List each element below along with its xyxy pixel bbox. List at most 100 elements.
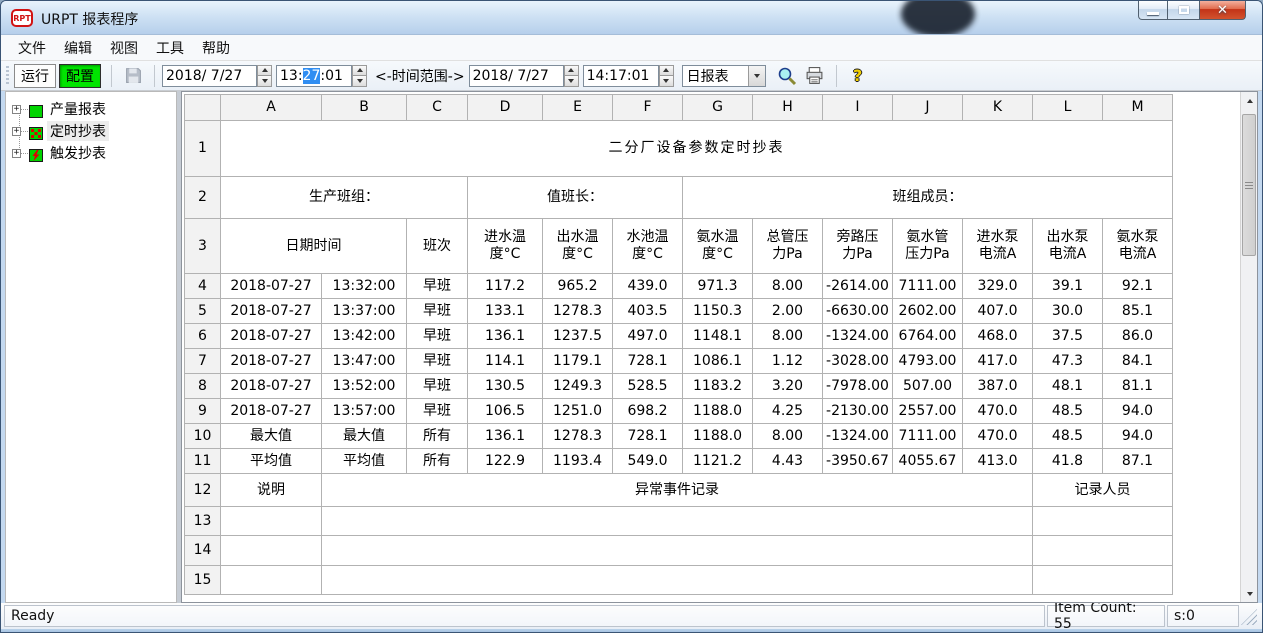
data-cell[interactable]: 403.5 — [613, 299, 683, 324]
data-cell[interactable]: 早班 — [407, 324, 468, 349]
print-icon[interactable] — [804, 65, 826, 87]
scroll-down-button[interactable] — [1241, 585, 1258, 602]
data-cell[interactable]: 平均值 — [322, 449, 407, 474]
data-cell[interactable]: -2614.00 — [823, 274, 893, 299]
data-cell[interactable]: 698.2 — [613, 399, 683, 424]
menu-file[interactable]: 文件 — [9, 36, 55, 60]
data-cell[interactable]: 387.0 — [963, 374, 1033, 399]
title-bar[interactable]: RPT URPT 报表程序 ✕ — [1, 1, 1262, 35]
search-icon[interactable] — [776, 65, 798, 87]
row-header-cell[interactable]: 14 — [185, 536, 221, 566]
data-cell[interactable]: 2018-07-27 — [221, 274, 322, 299]
scrollbar-thumb[interactable] — [1242, 114, 1256, 256]
data-cell[interactable]: 早班 — [407, 349, 468, 374]
start-date-spinner[interactable] — [257, 65, 272, 87]
data-cell[interactable]: -3028.00 — [823, 349, 893, 374]
param-header-cell[interactable]: 进水温 度°C — [468, 219, 543, 274]
save-icon[interactable] — [122, 65, 144, 87]
leader-cell[interactable]: 值班长： — [468, 177, 683, 219]
tree-item-label[interactable]: 触发抄表 — [47, 143, 109, 163]
data-cell[interactable]: 41.8 — [1033, 449, 1103, 474]
data-cell[interactable]: 84.1 — [1103, 349, 1173, 374]
data-cell[interactable]: 413.0 — [963, 449, 1033, 474]
row-header-cell[interactable] — [185, 95, 221, 121]
data-cell[interactable]: 94.0 — [1103, 399, 1173, 424]
end-time-spinner[interactable] — [659, 65, 674, 87]
end-date-spinner[interactable] — [564, 65, 579, 87]
col-header-B[interactable]: B — [322, 95, 407, 121]
menu-view[interactable]: 视图 — [101, 36, 147, 60]
data-cell[interactable]: 13:52:00 — [322, 374, 407, 399]
data-cell[interactable]: 7111.00 — [893, 274, 963, 299]
col-header-F[interactable]: F — [613, 95, 683, 121]
expand-plus-icon[interactable]: + — [12, 127, 21, 136]
data-cell[interactable]: 1086.1 — [683, 349, 753, 374]
data-cell[interactable]: 86.0 — [1103, 324, 1173, 349]
data-cell[interactable]: 30.0 — [1033, 299, 1103, 324]
data-cell[interactable]: 2018-07-27 — [221, 349, 322, 374]
datetime-header-cell[interactable]: 日期时间 — [221, 219, 407, 274]
param-header-cell[interactable]: 水池温 度°C — [613, 219, 683, 274]
row-header-cell[interactable]: 10 — [185, 424, 221, 449]
data-cell[interactable]: 2557.00 — [893, 399, 963, 424]
data-cell[interactable]: 1193.4 — [543, 449, 613, 474]
events-cell[interactable]: 异常事件记录 — [322, 474, 1033, 507]
param-header-cell[interactable]: 进水泵 电流A — [963, 219, 1033, 274]
data-cell[interactable]: 2018-07-27 — [221, 299, 322, 324]
empty-cell[interactable] — [322, 536, 1033, 566]
data-cell[interactable]: 13:32:00 — [322, 274, 407, 299]
data-cell[interactable]: 早班 — [407, 374, 468, 399]
data-cell[interactable]: -2130.00 — [823, 399, 893, 424]
data-cell[interactable]: 1150.3 — [683, 299, 753, 324]
data-cell[interactable]: 329.0 — [963, 274, 1033, 299]
param-header-cell[interactable]: 出水泵 电流A — [1033, 219, 1103, 274]
col-header-I[interactable]: I — [823, 95, 893, 121]
data-cell[interactable]: 7111.00 — [893, 424, 963, 449]
data-cell[interactable]: 8.00 — [753, 424, 823, 449]
config-button[interactable]: 配置 — [59, 64, 101, 88]
empty-cell[interactable] — [322, 566, 1033, 595]
data-cell[interactable]: 81.1 — [1103, 374, 1173, 399]
data-cell[interactable]: 最大值 — [322, 424, 407, 449]
close-button[interactable]: ✕ — [1199, 1, 1246, 20]
data-cell[interactable]: 平均值 — [221, 449, 322, 474]
row-header-cell[interactable]: 2 — [185, 177, 221, 219]
row-header-cell[interactable]: 11 — [185, 449, 221, 474]
data-cell[interactable]: 4793.00 — [893, 349, 963, 374]
col-header-J[interactable]: J — [893, 95, 963, 121]
vertical-scrollbar[interactable] — [1240, 92, 1257, 602]
data-cell[interactable]: 所有 — [407, 449, 468, 474]
empty-cell[interactable] — [221, 536, 322, 566]
menu-tools[interactable]: 工具 — [147, 36, 193, 60]
param-header-cell[interactable]: 氨水管 压力Pa — [893, 219, 963, 274]
data-cell[interactable]: 2.00 — [753, 299, 823, 324]
data-cell[interactable]: 早班 — [407, 299, 468, 324]
param-header-cell[interactable]: 总管压 力Pa — [753, 219, 823, 274]
row-header-cell[interactable]: 7 — [185, 349, 221, 374]
data-cell[interactable]: 48.5 — [1033, 424, 1103, 449]
data-cell[interactable]: 470.0 — [963, 424, 1033, 449]
col-header-K[interactable]: K — [963, 95, 1033, 121]
tree-item-timed-reading[interactable]: + 定时抄表 — [6, 120, 176, 142]
data-cell[interactable]: 439.0 — [613, 274, 683, 299]
data-cell[interactable]: 468.0 — [963, 324, 1033, 349]
resize-grip[interactable] — [1241, 609, 1257, 625]
data-cell[interactable]: -3950.67 — [823, 449, 893, 474]
data-cell[interactable]: 85.1 — [1103, 299, 1173, 324]
maximize-button[interactable] — [1168, 1, 1199, 20]
end-time-input[interactable]: 14:17:01 — [583, 65, 659, 87]
empty-cell[interactable] — [1033, 566, 1173, 595]
shift-header-cell[interactable]: 班次 — [407, 219, 468, 274]
members-cell[interactable]: 班组成员： — [683, 177, 1173, 219]
expand-plus-icon[interactable]: + — [12, 149, 21, 158]
help-icon[interactable]: ? — [847, 65, 869, 87]
data-cell[interactable]: 407.0 — [963, 299, 1033, 324]
data-cell[interactable]: 136.1 — [468, 424, 543, 449]
data-cell[interactable]: 最大值 — [221, 424, 322, 449]
row-header-cell[interactable]: 13 — [185, 507, 221, 536]
data-cell[interactable]: 117.2 — [468, 274, 543, 299]
data-cell[interactable]: 1183.2 — [683, 374, 753, 399]
data-cell[interactable]: 2018-07-27 — [221, 374, 322, 399]
row-header-cell[interactable]: 6 — [185, 324, 221, 349]
data-cell[interactable]: 1179.1 — [543, 349, 613, 374]
